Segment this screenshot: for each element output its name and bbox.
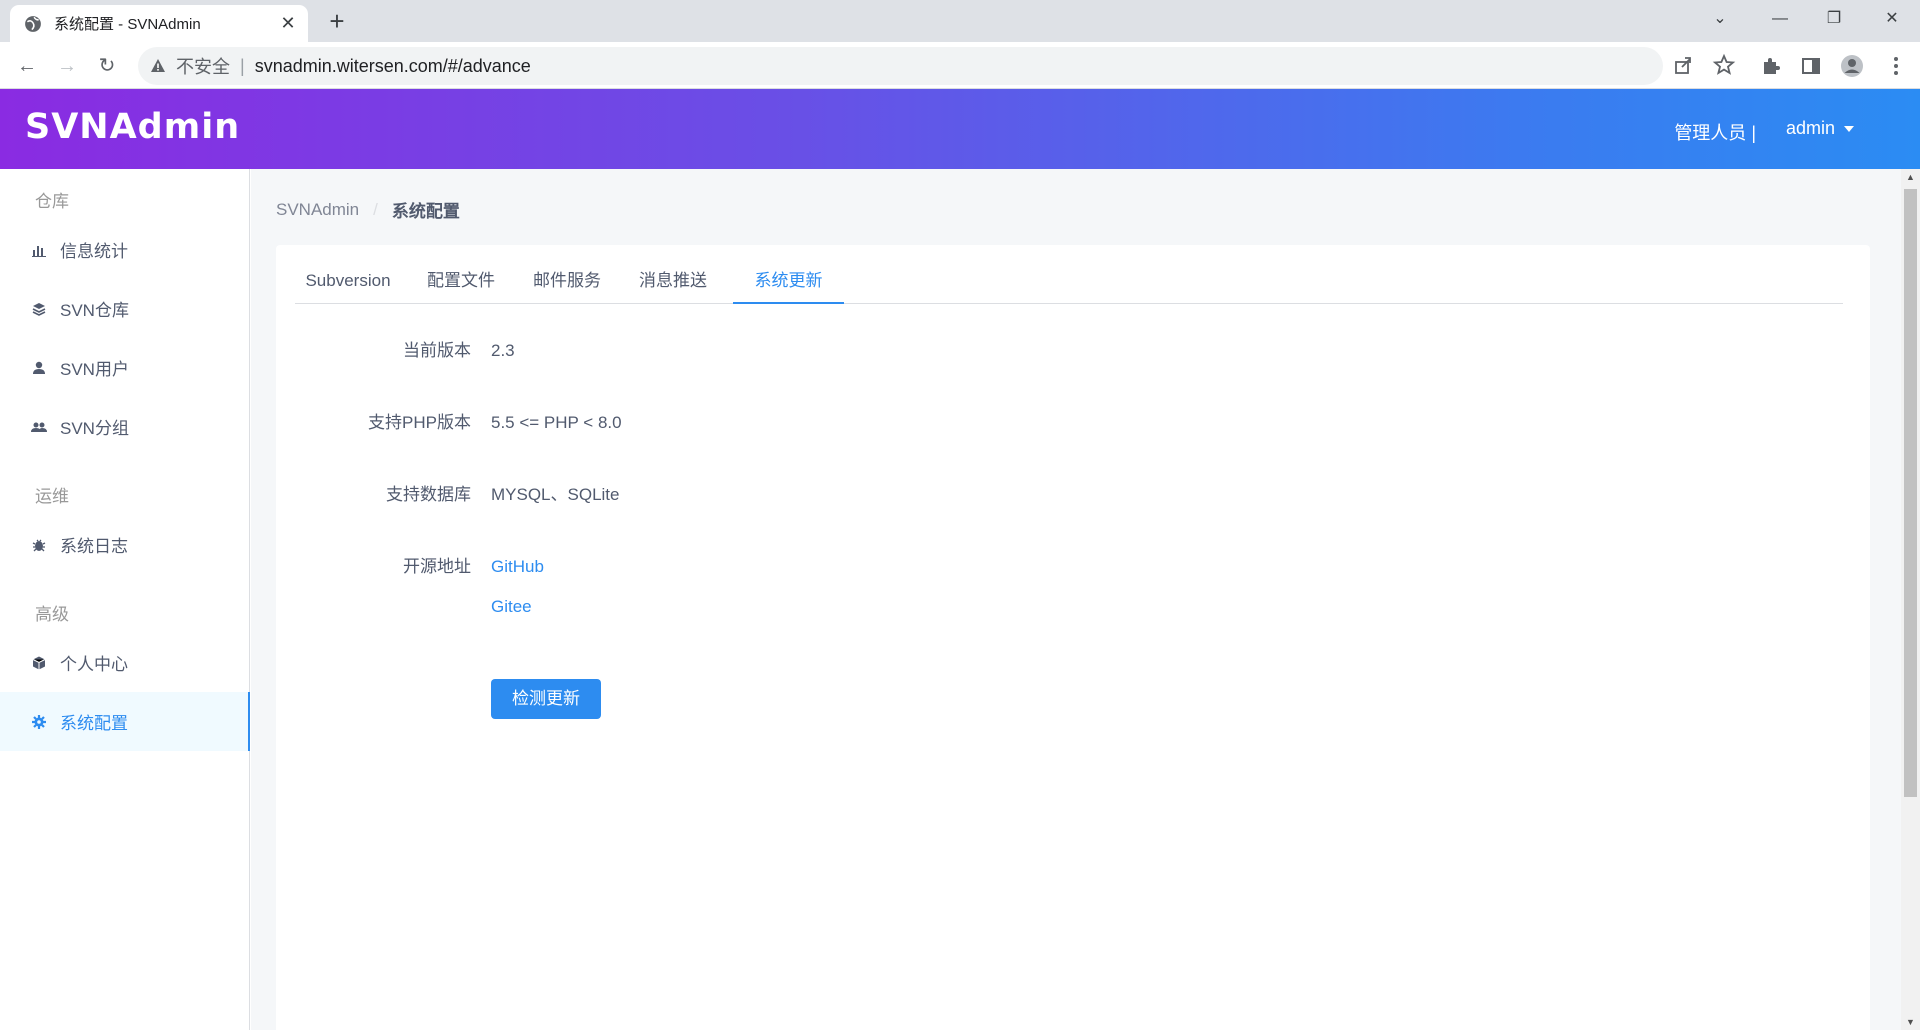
layers-icon xyxy=(31,301,47,317)
globe-icon xyxy=(25,15,41,32)
page-scrollbar[interactable]: ▲ ▼ xyxy=(1901,169,1920,1030)
cube-icon xyxy=(31,655,47,671)
tab-search-icon[interactable]: ⌄ xyxy=(1692,0,1748,40)
breadcrumb: SVNAdmin / 系统配置 xyxy=(276,197,460,222)
back-button[interactable]: ← xyxy=(11,50,43,82)
check-update-button[interactable]: 检测更新 xyxy=(491,679,601,719)
breadcrumb-separator: / xyxy=(373,199,378,219)
user-icon xyxy=(31,360,47,376)
tab-system-update[interactable]: 系统更新 xyxy=(733,263,844,304)
caret-down-icon xyxy=(1844,125,1854,132)
app-header: SVNAdmin 管理人员 | admin xyxy=(0,89,1920,169)
browser-tab-title: 系统配置 - SVNAdmin xyxy=(54,16,201,33)
restore-button[interactable]: ❐ xyxy=(1806,0,1862,40)
settings-card: Subversion 配置文件 邮件服务 消息推送 系统更新 当前版本 2.3 … xyxy=(276,245,1870,1030)
bookmark-star-icon[interactable] xyxy=(1712,53,1736,77)
side-panel-icon[interactable] xyxy=(1795,50,1827,82)
scroll-down-icon[interactable]: ▼ xyxy=(1901,1014,1920,1030)
minimize-button[interactable]: — xyxy=(1752,0,1808,40)
extensions-icon[interactable] xyxy=(1755,50,1787,82)
user-role-label: 管理人员 | xyxy=(1674,123,1756,143)
sidebar-item-label: 个人中心 xyxy=(60,655,128,674)
sidebar-item-label: 信息统计 xyxy=(60,242,128,261)
sidebar-group-repo: 仓库 xyxy=(35,192,69,211)
sidebar: 仓库 信息统计 SVN仓库 SVN用户 SVN分组 运维 系统日志 高级 个人中… xyxy=(0,169,250,1030)
browser-tabstrip: 系统配置 - SVNAdmin ✕ + ⌄ — ❐ ✕ xyxy=(0,0,1920,42)
form-row-current-version: 当前版本 2.3 xyxy=(276,339,1176,363)
current-version-label: 当前版本 xyxy=(403,341,471,360)
user-menu-dropdown[interactable]: admin xyxy=(1786,118,1854,139)
scroll-up-icon[interactable]: ▲ xyxy=(1901,169,1920,185)
current-version-value: 2.3 xyxy=(491,341,515,360)
new-tab-button[interactable]: + xyxy=(322,6,352,36)
gear-icon xyxy=(31,714,47,730)
php-version-label: 支持PHP版本 xyxy=(368,413,471,432)
browser-toolbar: ← → ↻ 不安全 | svnadmin.witersen.com/#/adva… xyxy=(0,42,1920,89)
sidebar-group-advanced: 高级 xyxy=(35,605,69,624)
sidebar-item-stats[interactable]: 信息统计 xyxy=(0,220,250,279)
form-row-database: 支持数据库 MYSQL、SQLite xyxy=(276,483,1176,507)
php-version-value: 5.5 <= PHP < 8.0 xyxy=(491,413,622,432)
app-logo[interactable]: SVNAdmin xyxy=(25,107,240,147)
sidebar-item-label: 系统日志 xyxy=(60,537,128,556)
database-value: MYSQL、SQLite xyxy=(491,485,620,504)
breadcrumb-current: 系统配置 xyxy=(391,202,460,221)
warning-icon xyxy=(151,59,165,72)
url-separator: | xyxy=(240,55,245,76)
sidebar-item-label: SVN仓库 xyxy=(60,301,129,320)
sidebar-item-label: 系统配置 xyxy=(60,714,128,733)
sidebar-item-svn-group[interactable]: SVN分组 xyxy=(0,397,250,456)
browser-menu-icon[interactable] xyxy=(1880,50,1912,82)
github-link[interactable]: GitHub xyxy=(491,555,544,579)
source-label: 开源地址 xyxy=(403,557,471,576)
sidebar-item-svn-repo[interactable]: SVN仓库 xyxy=(0,279,250,338)
breadcrumb-root[interactable]: SVNAdmin xyxy=(276,200,359,220)
tab-message-push[interactable]: 消息推送 xyxy=(627,263,719,304)
username-label: admin xyxy=(1785,118,1835,138)
close-window-button[interactable]: ✕ xyxy=(1864,0,1920,40)
database-label: 支持数据库 xyxy=(386,485,471,504)
address-bar[interactable]: 不安全 | svnadmin.witersen.com/#/advance xyxy=(138,47,1736,85)
sidebar-item-svn-user[interactable]: SVN用户 xyxy=(0,338,250,397)
insecure-label: 不安全 xyxy=(176,57,230,77)
sidebar-item-label: SVN分组 xyxy=(60,419,129,438)
sidebar-item-logs[interactable]: 系统日志 xyxy=(0,515,250,574)
profile-avatar-icon[interactable] xyxy=(1836,50,1868,82)
bug-icon xyxy=(31,537,47,553)
forward-button[interactable]: → xyxy=(51,50,83,82)
sidebar-item-label: SVN用户 xyxy=(60,360,129,379)
tab-mail-service[interactable]: 邮件服务 xyxy=(521,263,613,304)
sidebar-item-settings[interactable]: 系统配置 xyxy=(0,692,250,751)
tab-subversion[interactable]: Subversion xyxy=(295,263,401,304)
sidebar-group-ops: 运维 xyxy=(35,487,69,506)
sidebar-item-profile[interactable]: 个人中心 xyxy=(0,633,250,692)
main-content: SVNAdmin / 系统配置 Subversion 配置文件 邮件服务 消息推… xyxy=(251,169,1901,1030)
users-icon xyxy=(31,419,47,435)
bar-chart-icon xyxy=(31,242,47,258)
browser-tab[interactable]: 系统配置 - SVNAdmin ✕ xyxy=(10,5,308,42)
url-text: svnadmin.witersen.com/#/advance xyxy=(254,55,531,76)
form-row-php: 支持PHP版本 5.5 <= PHP < 8.0 xyxy=(276,411,1176,435)
reload-button[interactable]: ↻ xyxy=(91,50,123,82)
form-row-source-2: Gitee xyxy=(276,595,1176,619)
gitee-link[interactable]: Gitee xyxy=(491,595,532,619)
scroll-thumb[interactable] xyxy=(1904,189,1917,797)
share-icon[interactable] xyxy=(1671,53,1695,77)
form-row-source: 开源地址 GitHub xyxy=(276,555,1176,579)
tab-config-files[interactable]: 配置文件 xyxy=(415,263,507,304)
settings-tabs: Subversion 配置文件 邮件服务 消息推送 系统更新 xyxy=(295,263,1843,304)
close-tab-icon[interactable]: ✕ xyxy=(278,13,298,34)
